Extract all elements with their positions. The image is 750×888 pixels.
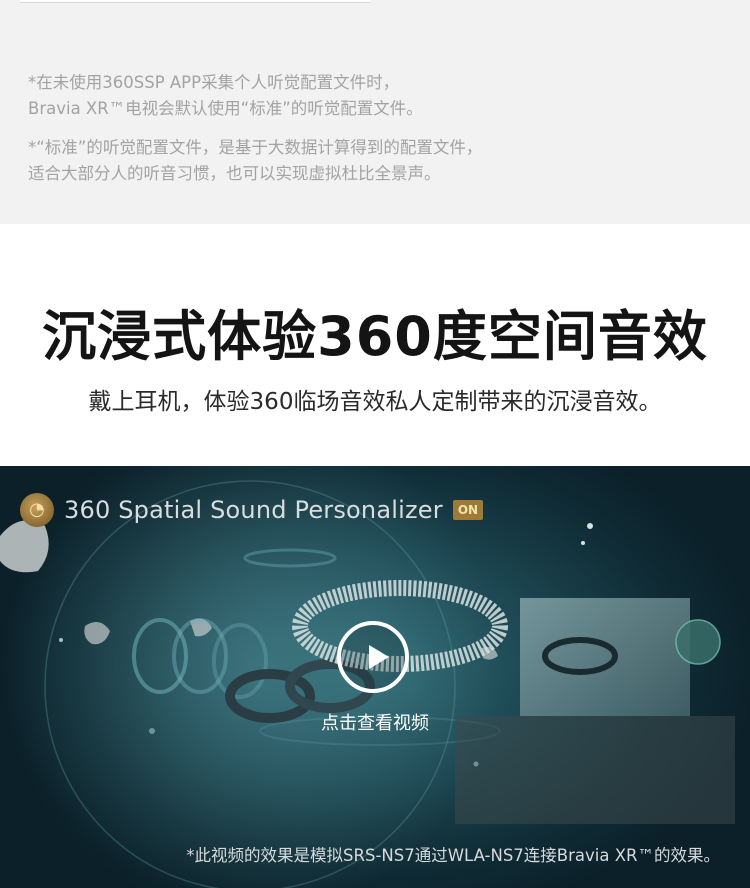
footnote-1-line-1: *在未使用360SSP APP采集个人听觉配置文件时， — [28, 73, 400, 92]
play-button[interactable] — [337, 621, 409, 693]
footnote-2-line-1: *“标准”的听觉配置文件，是基于大数据计算得到的配置文件， — [28, 138, 483, 157]
planet — [675, 619, 721, 665]
video-disclaimer: *此视频的效果是模拟SRS-NS7通过WLA-NS7连接Bravia XR™的效… — [186, 846, 720, 865]
floating-rock — [0, 520, 49, 573]
particle — [587, 523, 593, 529]
footnote-default-profile: *在未使用360SSP APP采集个人听觉配置文件时， Bravia XR™电视… — [28, 70, 423, 122]
footnotes-section: *在未使用360SSP APP采集个人听觉配置文件时， Bravia XR™电视… — [0, 0, 750, 224]
top-divider — [20, 0, 370, 3]
footnote-standard-profile: *“标准”的听觉配置文件，是基于大数据计算得到的配置文件， 适合大部分人的听音习… — [28, 135, 482, 187]
hero-section: 沉浸式体验360度空间音效 戴上耳机，体验360临场音效私人定制带来的沉浸音效。 — [0, 224, 750, 466]
footnote-2-line-2: 适合大部分人的听音习惯，也可以实现虚拟杜比全景声。 — [28, 164, 441, 183]
particle — [473, 761, 479, 767]
play-icon — [369, 645, 389, 669]
video-player[interactable]: ◔ 360 Spatial Sound Personalizer ON 点击查看… — [0, 466, 750, 888]
brand-banner: ◔ 360 Spatial Sound Personalizer ON — [20, 492, 484, 528]
ear-icon: ◔ — [20, 493, 54, 527]
brand-name: 360 Spatial Sound Personalizer — [64, 496, 443, 524]
particle — [59, 638, 63, 642]
play-video-label[interactable]: 点击查看视频 — [0, 712, 750, 736]
page-title: 沉浸式体验360度空间音效 — [42, 305, 708, 368]
status-badge: ON — [452, 500, 484, 520]
particle — [581, 541, 585, 545]
page-subtitle: 戴上耳机，体验360临场音效私人定制带来的沉浸音效。 — [88, 389, 662, 415]
footnote-1-line-2: Bravia XR™电视会默认使用“标准”的听觉配置文件。 — [28, 99, 423, 118]
